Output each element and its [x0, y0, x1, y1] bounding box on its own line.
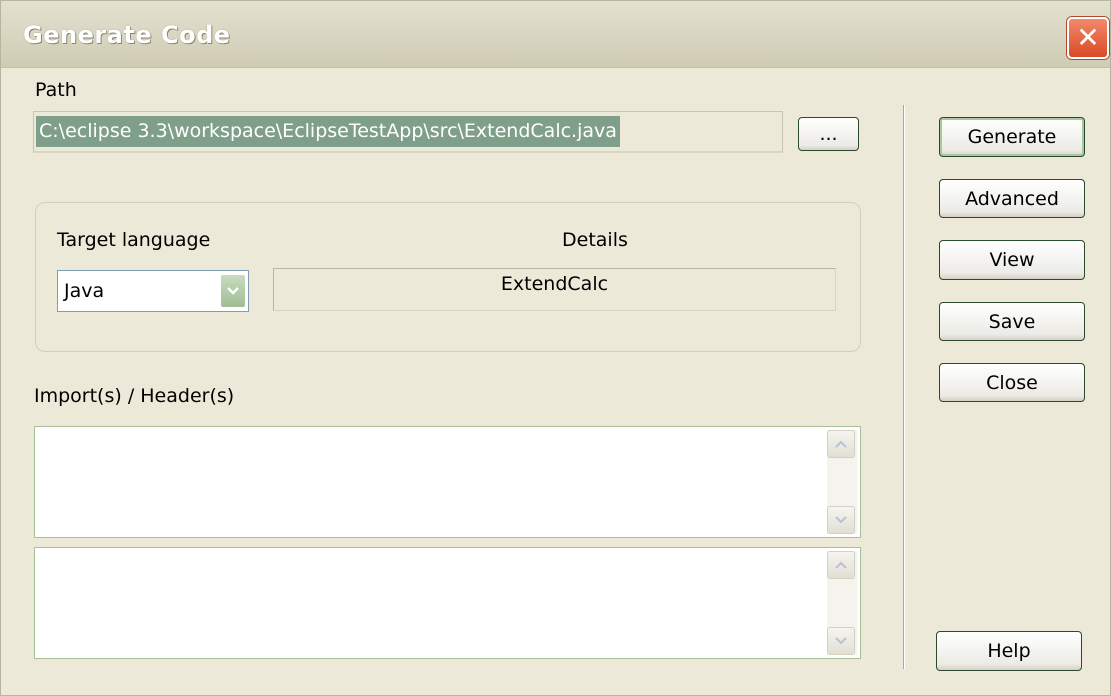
details-field: ExtendCalc [273, 268, 836, 311]
target-language-select[interactable]: Java [57, 270, 249, 312]
advanced-button[interactable]: Advanced [939, 179, 1085, 218]
generate-button[interactable]: Generate [939, 117, 1085, 157]
scroll-up-icon[interactable] [827, 551, 855, 579]
help-button[interactable]: Help [936, 631, 1082, 671]
target-language-value: Java [64, 280, 105, 302]
window-title: Generate Code [23, 21, 231, 49]
imports-label: Import(s) / Header(s) [34, 385, 235, 407]
target-language-label: Target language [57, 229, 211, 251]
imports-scrollbar[interactable] [827, 430, 857, 534]
vertical-separator [903, 105, 905, 669]
close-button[interactable]: Close [939, 363, 1085, 402]
save-button[interactable]: Save [939, 302, 1085, 341]
scroll-up-icon[interactable] [827, 430, 855, 458]
path-label: Path [35, 79, 77, 101]
chevron-down-icon[interactable] [220, 274, 246, 308]
headers-scrollbar[interactable] [827, 551, 857, 655]
details-label: Details [562, 229, 628, 251]
headers-textarea[interactable] [34, 547, 861, 659]
path-field[interactable]: C:\eclipse 3.3\workspace\EclipseTestApp\… [33, 111, 783, 153]
scroll-down-icon[interactable] [827, 627, 855, 655]
close-icon[interactable]: ✕ [1067, 17, 1109, 59]
view-button[interactable]: View [939, 240, 1085, 280]
browse-button[interactable]: ... [798, 117, 859, 151]
imports-textarea[interactable] [34, 426, 861, 538]
scroll-down-icon[interactable] [827, 506, 855, 534]
generate-code-dialog: Generate Code ✕ Path C:\eclipse 3.3\work… [0, 0, 1111, 696]
path-value: C:\eclipse 3.3\workspace\EclipseTestApp\… [36, 116, 620, 147]
title-bar[interactable]: Generate Code ✕ [1, 1, 1110, 68]
